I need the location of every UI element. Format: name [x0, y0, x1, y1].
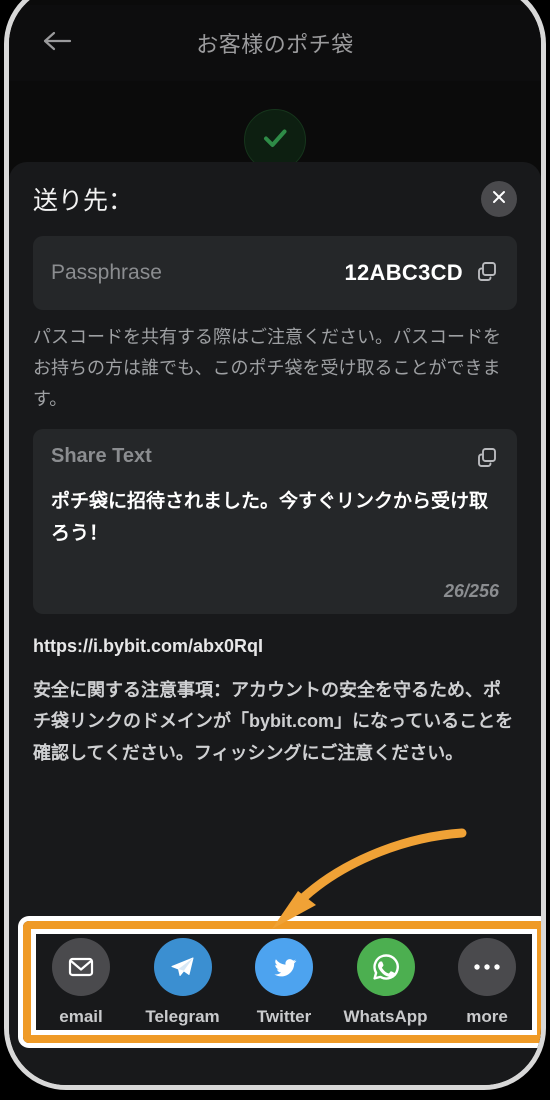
share-target-label: Telegram: [145, 1006, 220, 1026]
close-button[interactable]: [481, 181, 517, 217]
share-target-label: Twitter: [256, 1006, 312, 1026]
passphrase-value-group: 12ABC3CD: [344, 259, 499, 288]
share-link[interactable]: https://i.bybit.com/abx0RqI: [33, 636, 517, 657]
character-counter: 26/256: [443, 580, 499, 601]
passcode-warning-text: パスコードを共有する際はご注意ください。パスコードをお持ちの方は誰でも、このポチ…: [33, 327, 501, 409]
navigation-bar: お客様のポチ袋: [9, 5, 541, 81]
arrow-left-icon: [42, 29, 72, 58]
check-circle-icon: [256, 119, 294, 162]
share-target-label: WhatsApp: [343, 1006, 428, 1026]
passphrase-card: Passphrase 12ABC3CD: [33, 236, 517, 310]
security-notice-text: 安全に関する注意事項：アカウントの安全を守るため、ポチ袋リンクのドメインが「by…: [33, 679, 514, 763]
copy-icon[interactable]: [475, 445, 499, 474]
whatsapp-icon: [356, 937, 415, 996]
twitter-icon: [255, 937, 313, 996]
sheet-title: 送り先：: [33, 187, 134, 215]
screenshot-root: お客様のポチ袋 送り先： Passphrase 12ABC3CD パスコードを共…: [0, 0, 550, 1100]
share-target-telegram[interactable]: Telegram: [137, 937, 229, 1027]
share-target-email[interactable]: email: [35, 937, 127, 1027]
sheet-header: 送り先：: [33, 162, 517, 236]
passphrase-value: 12ABC3CD: [344, 260, 463, 285]
ellipsis-icon: [458, 937, 516, 996]
page-title: お客様のポチ袋: [196, 32, 354, 57]
back-button[interactable]: [39, 25, 75, 61]
share-text-card[interactable]: Share Text ポチ袋に招待されました。今すぐリンクから受け取ろう！ 26…: [33, 428, 517, 614]
copy-icon[interactable]: [475, 259, 499, 288]
share-targets-row: email Telegram Twitter WhatsApp more: [35, 933, 533, 1031]
close-icon: [490, 188, 508, 211]
share-text-header: Share Text: [51, 445, 499, 474]
share-target-twitter[interactable]: Twitter: [238, 937, 330, 1027]
envelope-icon: [52, 937, 110, 996]
passphrase-label: Passphrase: [51, 261, 162, 284]
telegram-icon: [153, 937, 212, 996]
share-target-label: email: [59, 1006, 103, 1026]
share-target-label: more: [466, 1006, 508, 1026]
share-text-value[interactable]: ポチ袋に招待されました。今すぐリンクから受け取ろう！: [51, 486, 499, 551]
share-target-whatsapp[interactable]: WhatsApp: [340, 937, 432, 1027]
phone-frame: お客様のポチ袋 送り先： Passphrase 12ABC3CD パスコードを共…: [4, 0, 546, 1090]
share-text-label: Share Text: [51, 444, 152, 467]
share-target-more[interactable]: more: [441, 937, 533, 1027]
